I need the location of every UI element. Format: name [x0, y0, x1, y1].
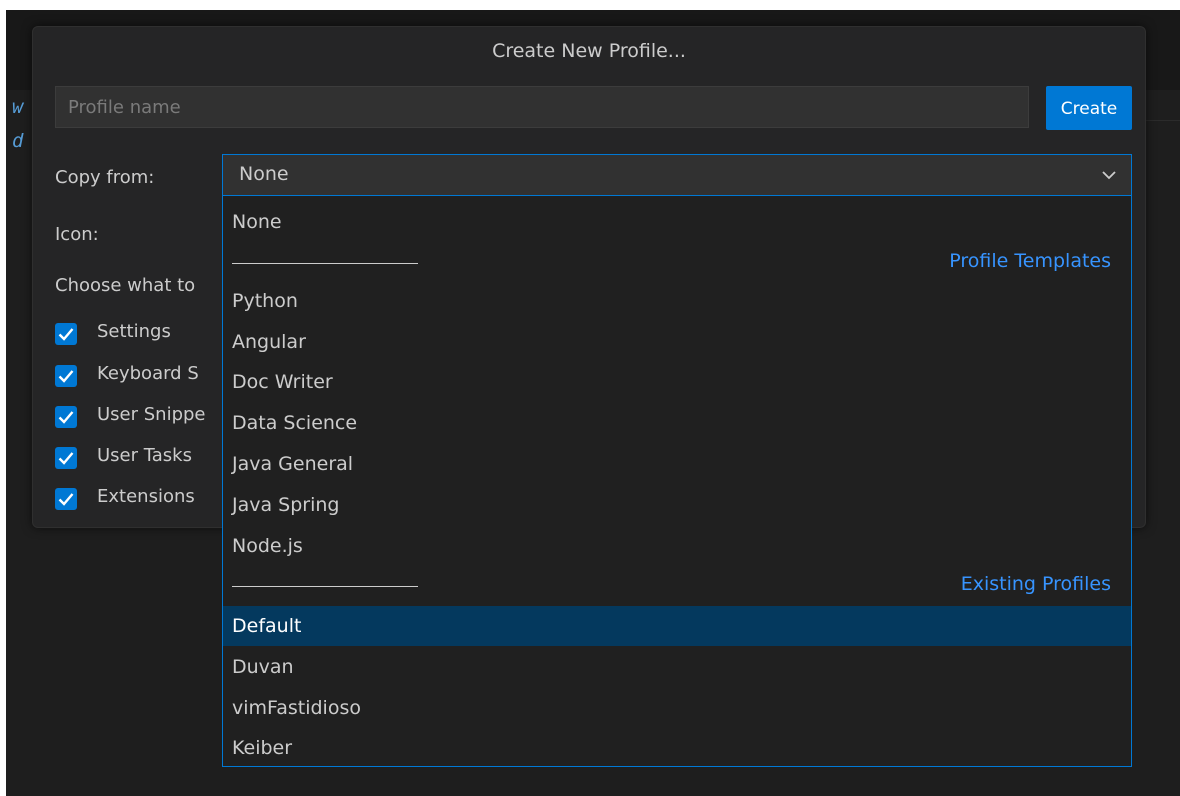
separator-existing-profiles: Existing Profiles [960, 573, 1111, 595]
option-template[interactable]: Node.js [223, 526, 1131, 566]
icon-label: Icon: [55, 224, 99, 245]
profile-name-input[interactable] [55, 86, 1029, 128]
option-profile[interactable]: Keiber [223, 728, 1131, 768]
choose-contents-label: Choose what to [55, 275, 196, 296]
option-none[interactable]: None [223, 202, 1131, 242]
code-line: d [12, 130, 24, 152]
checkbox-user-tasks[interactable] [55, 447, 77, 469]
separator-line [232, 586, 418, 587]
check-icon [58, 328, 74, 341]
check-label: User Tasks [97, 445, 192, 466]
copy-from-dropdown: None Profile Templates Python Angular Do… [222, 196, 1132, 767]
option-template[interactable]: Data Science [223, 403, 1131, 443]
option-template[interactable]: Python [223, 281, 1131, 321]
checkbox-settings[interactable] [55, 323, 77, 345]
copy-from-label: Copy from: [55, 167, 155, 188]
option-template[interactable]: Angular [223, 322, 1131, 362]
code-line: w [12, 96, 24, 118]
check-label: Extensions [97, 486, 195, 507]
checkbox-keyboard-shortcuts[interactable] [55, 365, 77, 387]
checkbox-extensions[interactable] [55, 488, 77, 510]
check-label: Keyboard S [97, 363, 199, 384]
copy-from-select[interactable]: None [222, 154, 1132, 196]
option-template[interactable]: Java General [223, 444, 1131, 484]
separator-line [232, 263, 418, 264]
checkbox-user-snippets[interactable] [55, 406, 77, 428]
create-button[interactable]: Create [1046, 86, 1132, 130]
check-label: User Snippe [97, 404, 206, 425]
check-label: Settings [97, 321, 171, 342]
check-icon [58, 370, 74, 383]
dialog-title: Create New Profile... [492, 40, 686, 62]
option-profile[interactable]: vimFastidioso [223, 688, 1131, 728]
check-icon [58, 452, 74, 465]
option-profile-selected[interactable]: Default [223, 606, 1131, 646]
select-value: None [239, 163, 289, 185]
separator-profile-templates: Profile Templates [949, 250, 1111, 272]
check-icon [58, 493, 74, 506]
option-template[interactable]: Doc Writer [223, 362, 1131, 402]
chevron-down-icon [1102, 171, 1116, 180]
option-template[interactable]: Java Spring [223, 485, 1131, 525]
check-icon [58, 411, 74, 424]
option-profile[interactable]: Duvan [223, 647, 1131, 687]
